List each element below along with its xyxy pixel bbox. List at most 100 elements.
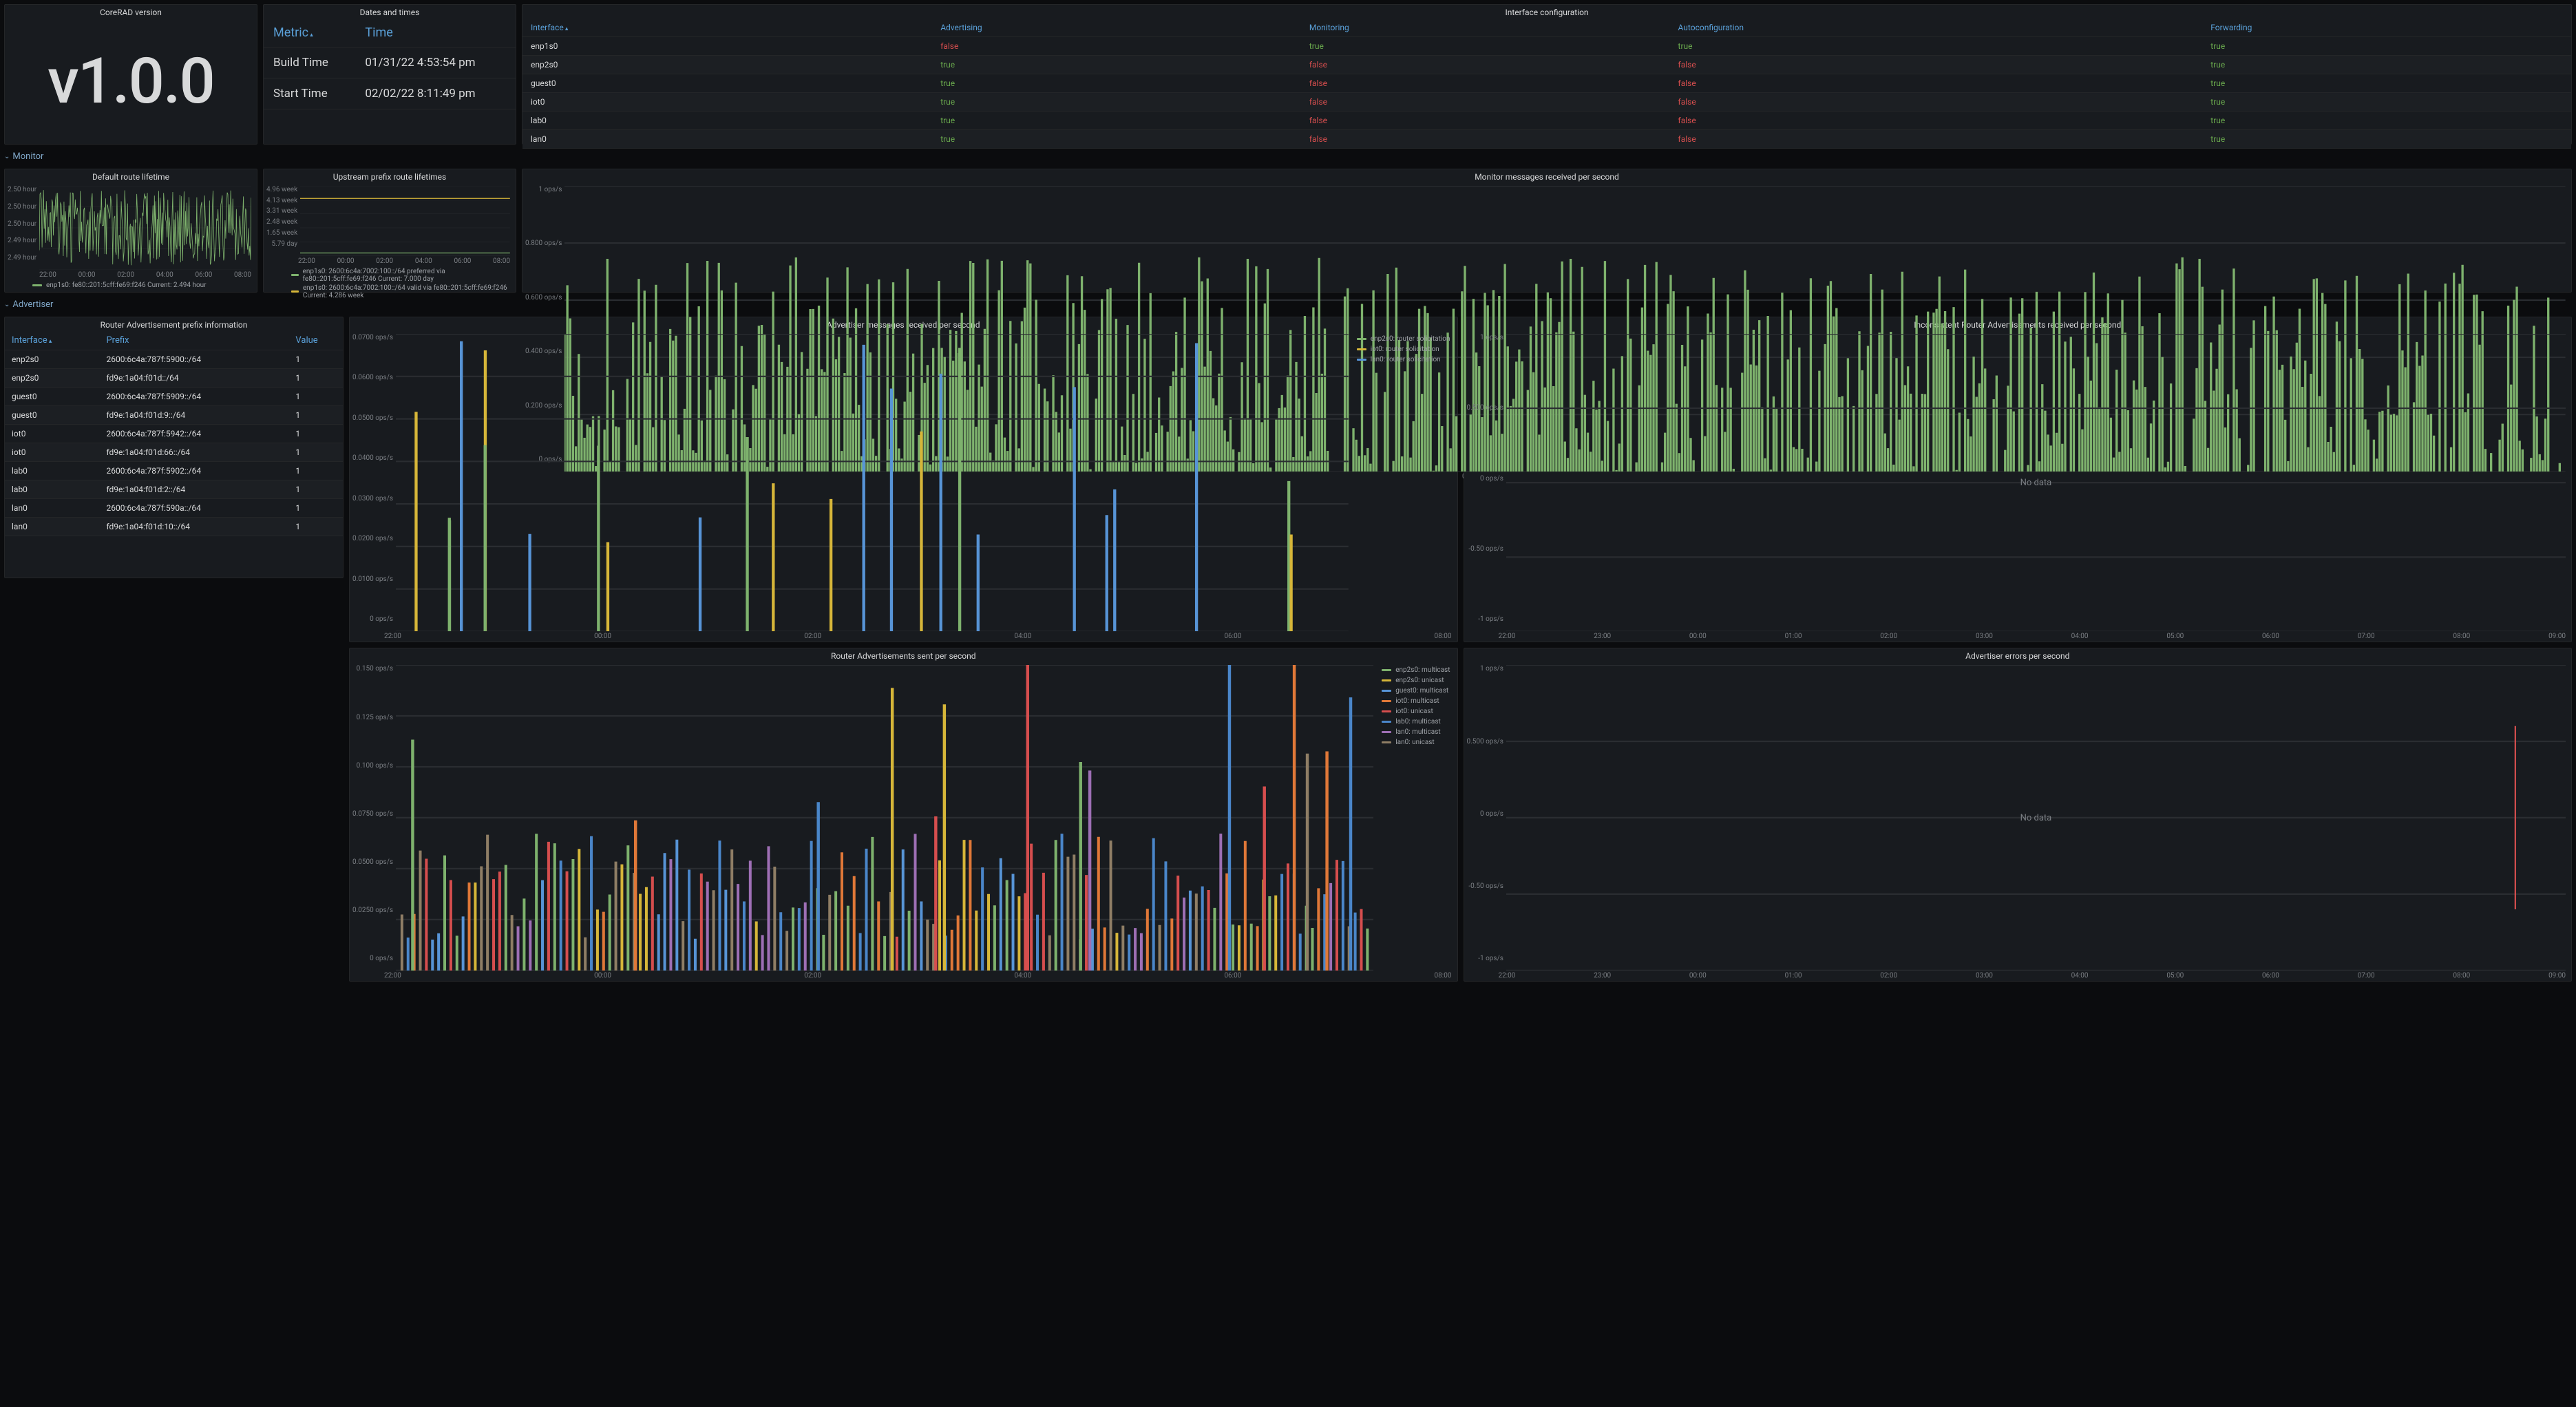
legend-label: guest0: multicast bbox=[1395, 687, 1448, 695]
dates-time: 01/31/22 4:53:54 pm bbox=[355, 47, 516, 78]
rapi-value: 1 bbox=[288, 462, 343, 480]
dates-metric: Build Time bbox=[264, 47, 355, 78]
dates-header-time[interactable]: Time bbox=[355, 19, 516, 47]
rapi-prefix: fd9e:1a04:f01d:10::/64 bbox=[99, 518, 288, 536]
rapi-iface: lan0 bbox=[5, 499, 99, 518]
ifconf-cell: true bbox=[2202, 112, 2571, 130]
rapi-value: 1 bbox=[288, 480, 343, 499]
legend-label: enp2s0: router solicitation bbox=[1371, 335, 1450, 343]
ifconf-iface: iot0 bbox=[522, 93, 932, 112]
ifconf-header-fwd[interactable]: Forwarding bbox=[2202, 19, 2571, 37]
ifconf-cell: true bbox=[1301, 37, 1670, 56]
drl-legend: enp1s0: fe80::201:5cff:fe69:f246 Current… bbox=[46, 282, 207, 289]
rapi-prefix: fd9e:1a04:f01d:9::/64 bbox=[99, 406, 288, 425]
rapi-iface: enp2s0 bbox=[5, 350, 99, 369]
rapi-value: 1 bbox=[288, 499, 343, 518]
rapi-value: 1 bbox=[288, 369, 343, 388]
ifconf-cell: true bbox=[2202, 93, 2571, 112]
legend-label: enp2s0: unicast bbox=[1395, 677, 1444, 684]
irar-nodata: No data bbox=[1506, 334, 2566, 631]
ifconf-cell: true bbox=[932, 74, 1301, 93]
rapi-value: 1 bbox=[288, 388, 343, 406]
rapi-value: 1 bbox=[288, 443, 343, 462]
mmrps-title: Monitor messages received per second bbox=[522, 169, 2571, 183]
rasps-title: Router Advertisements sent per second bbox=[350, 648, 1457, 662]
ifconf-iface: lab0 bbox=[522, 112, 932, 130]
uprl-chart[interactable] bbox=[300, 186, 510, 256]
legend-label: lan0: unicast bbox=[1395, 739, 1435, 746]
ifconf-header-iface[interactable]: Interface bbox=[522, 19, 932, 37]
rapi-value: 1 bbox=[288, 518, 343, 536]
ifconf-cell: true bbox=[2202, 56, 2571, 74]
ifconf-cell: true bbox=[932, 56, 1301, 74]
rapi-iface: lab0 bbox=[5, 480, 99, 499]
legend-label: iot0: router solicitation bbox=[1371, 346, 1439, 353]
ifconf-panel-title: Interface configuration bbox=[522, 5, 2571, 19]
rapi-iface: iot0 bbox=[5, 425, 99, 443]
ifconf-cell: false bbox=[1670, 74, 2203, 93]
irar-chart[interactable]: No data bbox=[1506, 334, 2566, 631]
ifconf-header-auto[interactable]: Autoconfiguration bbox=[1670, 19, 2203, 37]
rapi-prefix: 2600:6c4a:787f:5909::/64 bbox=[99, 388, 288, 406]
rasps-chart[interactable] bbox=[396, 665, 1373, 971]
rapi-prefix: 2600:6c4a:787f:5942::/64 bbox=[99, 425, 288, 443]
uprl-legend-2: enp1s0: 2600:6c4a:7002:100::/64 valid vi… bbox=[303, 284, 510, 299]
ifconf-header-adv[interactable]: Advertising bbox=[932, 19, 1301, 37]
ifconf-iface: enp1s0 bbox=[522, 37, 932, 56]
ifconf-iface: guest0 bbox=[522, 74, 932, 93]
rapi-h-value[interactable]: Value bbox=[288, 331, 343, 350]
rapi-iface: enp2s0 bbox=[5, 369, 99, 388]
rapi-iface: iot0 bbox=[5, 443, 99, 462]
ifconf-cell: false bbox=[1301, 74, 1670, 93]
legend-label: lab0: multicast bbox=[1395, 718, 1441, 726]
rapi-h-iface[interactable]: Interface bbox=[5, 331, 99, 350]
rapi-h-prefix[interactable]: Prefix bbox=[99, 331, 288, 350]
rapi-value: 1 bbox=[288, 425, 343, 443]
ifconf-cell: false bbox=[1301, 56, 1670, 74]
ifconf-cell: true bbox=[932, 112, 1301, 130]
rapi-iface: lab0 bbox=[5, 462, 99, 480]
rapi-prefix: fd9e:1a04:f01d:66::/64 bbox=[99, 443, 288, 462]
dates-time: 02/02/22 8:11:49 pm bbox=[355, 78, 516, 109]
ifconf-cell: false bbox=[1301, 112, 1670, 130]
legend-label: lan0: multicast bbox=[1395, 728, 1440, 736]
legend-label: iot0: unicast bbox=[1395, 708, 1433, 715]
ifconf-iface: enp2s0 bbox=[522, 56, 932, 74]
rapi-prefix: fd9e:1a04:f01d::/64 bbox=[99, 369, 288, 388]
version-value: v1.0.0 bbox=[5, 19, 257, 144]
uprl-legend-1: enp1s0: 2600:6c4a:7002:100::/64 preferre… bbox=[303, 268, 510, 283]
rapi-prefix: 2600:6c4a:787f:590a::/64 bbox=[99, 499, 288, 518]
rapi-title: Router Advertisement prefix information bbox=[5, 317, 343, 331]
amrps-chart[interactable] bbox=[396, 334, 1349, 631]
ifconf-cell: false bbox=[1670, 93, 2203, 112]
rapi-iface: lan0 bbox=[5, 518, 99, 536]
aeps-chart[interactable]: No data bbox=[1506, 665, 2566, 971]
ifconf-cell: true bbox=[2202, 74, 2571, 93]
ifconf-cell: false bbox=[932, 37, 1301, 56]
ifconf-cell: true bbox=[2202, 37, 2571, 56]
ifconf-cell: true bbox=[932, 93, 1301, 112]
uprl-title: Upstream prefix route lifetimes bbox=[264, 169, 516, 183]
rapi-value: 1 bbox=[288, 350, 343, 369]
legend-label: iot0: multicast bbox=[1395, 697, 1439, 705]
ifconf-header-mon[interactable]: Monitoring bbox=[1301, 19, 1670, 37]
dates-metric: Start Time bbox=[264, 78, 355, 109]
ifconf-cell: false bbox=[1301, 130, 1670, 149]
rapi-prefix: 2600:6c4a:787f:5902::/64 bbox=[99, 462, 288, 480]
ifconf-cell: false bbox=[1670, 56, 2203, 74]
section-monitor[interactable]: Monitor bbox=[4, 150, 2572, 163]
ifconf-cell: false bbox=[1670, 112, 2203, 130]
rapi-iface: guest0 bbox=[5, 388, 99, 406]
version-panel-title: CoreRAD version bbox=[5, 5, 257, 19]
rapi-iface: guest0 bbox=[5, 406, 99, 425]
drl-chart[interactable] bbox=[39, 186, 251, 270]
legend-label: enp2s0: multicast bbox=[1395, 666, 1450, 674]
aeps-title: Advertiser errors per second bbox=[1464, 648, 2572, 662]
legend-label: lan0: router solicitation bbox=[1371, 356, 1441, 363]
rapi-value: 1 bbox=[288, 406, 343, 425]
drl-title: Default route lifetime bbox=[5, 169, 257, 183]
ifconf-cell: false bbox=[1670, 130, 2203, 149]
ifconf-cell: false bbox=[1301, 93, 1670, 112]
dates-header-metric[interactable]: Metric bbox=[264, 19, 355, 47]
rapi-prefix: fd9e:1a04:f01d:2::/64 bbox=[99, 480, 288, 499]
